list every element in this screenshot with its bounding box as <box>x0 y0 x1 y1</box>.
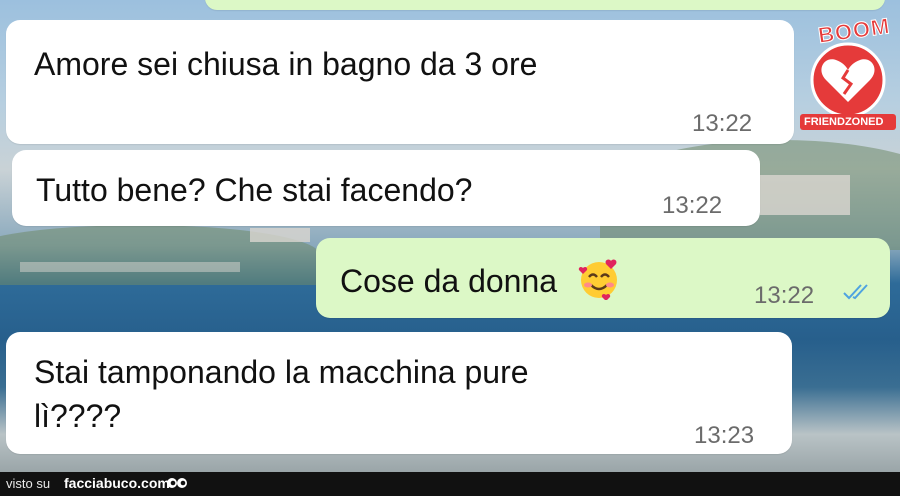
eyes-icon <box>167 478 187 488</box>
message-time: 13:23 <box>694 422 755 449</box>
logo-bottom-text: FRIENDZONED <box>804 116 884 128</box>
footer-visto-text: visto su <box>6 476 51 491</box>
footer-bar: visto su facciabuco.com <box>0 472 900 496</box>
message-text: Amore sei chiusa in bagno da 3 ore <box>34 46 538 82</box>
smiling-face-with-hearts-icon <box>578 259 617 300</box>
previous-message-bubble[interactable] <box>205 0 885 10</box>
message-bubble-incoming[interactable]: Tutto bene? Che stai facendo? 13:22 <box>12 150 760 226</box>
message-text-line-1: Stai tamponando la macchina pure <box>34 354 529 390</box>
read-receipt-icon <box>843 284 868 300</box>
message-bubble-incoming[interactable]: Amore sei chiusa in bagno da 3 ore 13:22 <box>6 20 794 144</box>
message-bubble-outgoing[interactable]: Cose da donna 13:22 <box>316 238 890 318</box>
message-bubble-incoming[interactable]: Stai tamponando la macchina pure lì???? … <box>6 332 792 454</box>
message-text-line-2: lì???? <box>34 398 122 434</box>
message-time: 13:22 <box>754 282 815 309</box>
message-text: Cose da donna <box>340 258 620 303</box>
message-text-label: Cose da donna <box>340 263 558 299</box>
message-time: 13:22 <box>662 192 723 219</box>
footer-site-link[interactable]: facciabuco.com <box>64 475 170 491</box>
boom-friendzoned-logo: BOOM FRIENDZONED <box>796 13 900 136</box>
message-time: 13:22 <box>692 110 753 137</box>
message-text: Tutto bene? Che stai facendo? <box>36 172 473 208</box>
